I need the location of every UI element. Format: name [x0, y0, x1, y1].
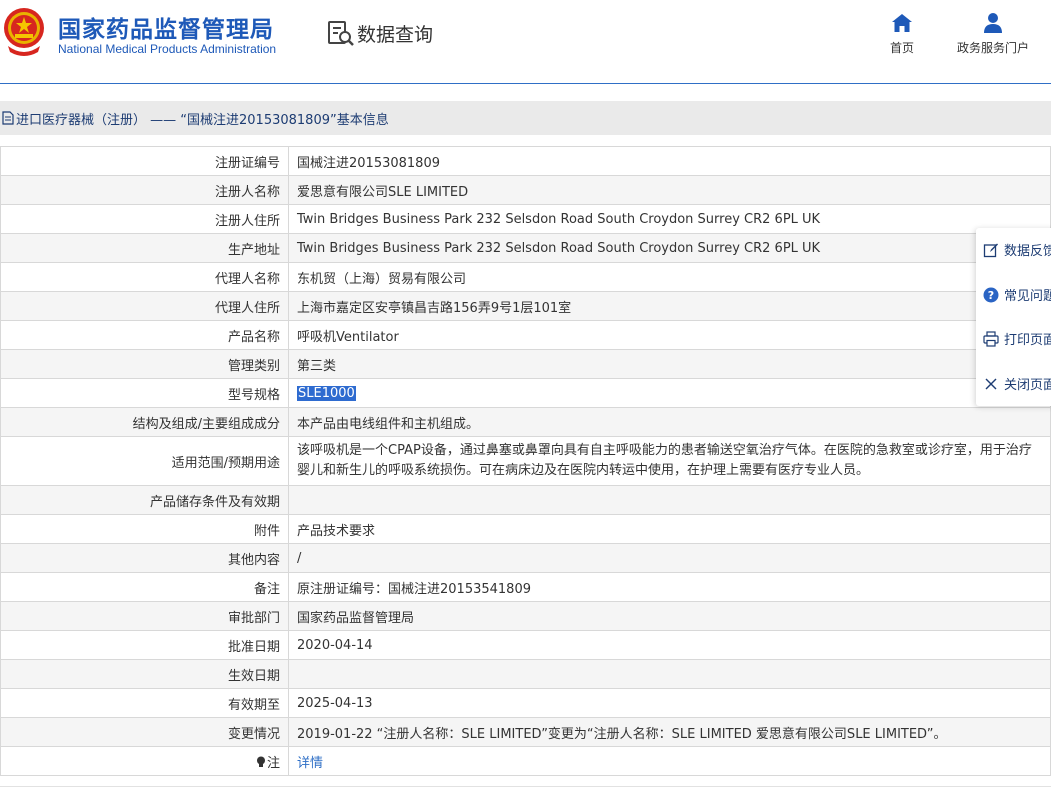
site-logo-title[interactable]: 国家药品监督管理局: [58, 10, 274, 44]
svg-text:?: ?: [988, 289, 994, 302]
field-label: 注册人名称: [0, 175, 289, 205]
question-icon: ?: [983, 287, 999, 302]
table-row: 产品储存条件及有效期: [0, 485, 1051, 515]
field-label: 有效期至: [0, 688, 289, 718]
national-emblem-icon: [4, 8, 44, 56]
field-value: Twin Bridges Business Park 232 Selsdon R…: [288, 233, 1051, 263]
feedback-button[interactable]: 数据反馈: [983, 240, 1051, 259]
table-row: 管理类别 第三类: [0, 349, 1051, 379]
table-row: 注册人住所 Twin Bridges Business Park 232 Sels…: [0, 204, 1051, 234]
field-label: 变更情况: [0, 717, 289, 747]
print-icon: [983, 330, 999, 347]
field-label: 型号规格: [0, 378, 289, 408]
document-search-icon: [328, 21, 354, 46]
nav-service-portal-label: 政务服务门户: [956, 41, 1029, 55]
field-label: 管理类别: [0, 349, 289, 379]
table-row: 注 详情: [0, 746, 1051, 776]
nav-home-label: 首页: [889, 41, 914, 55]
field-value: SLE1000: [288, 378, 1051, 408]
table-row: 型号规格 SLE1000: [0, 378, 1051, 408]
note-label: 注: [266, 755, 280, 771]
field-label: 适用范围/预期用途: [0, 436, 289, 486]
field-value: 2019-01-22 “注册人名称：SLE LIMITED”变更为“注册人名称：…: [288, 717, 1051, 747]
faq-label: 常见问题: [1004, 289, 1051, 304]
table-row: 批准日期 2020-04-14: [0, 630, 1051, 660]
field-value: /: [288, 543, 1051, 573]
details-link[interactable]: 详情: [297, 756, 323, 771]
breadcrumb-text: 进口医疗器械（注册） —— “国械注进20153081809”基本信息: [16, 112, 389, 128]
edit-icon: [983, 243, 998, 257]
table-row: 代理人住所 上海市嘉定区安亭镇昌吉路156弄9号1层101室: [0, 291, 1051, 321]
field-label: 审批部门: [0, 601, 289, 631]
field-label: 注册人住所: [0, 204, 289, 234]
field-value: 2025-04-13: [288, 688, 1051, 718]
faq-button[interactable]: ? 常见问题: [983, 285, 1051, 304]
field-label: 产品储存条件及有效期: [0, 485, 289, 515]
feedback-label: 数据反馈: [1004, 244, 1051, 259]
data-query-label: 数据查询: [357, 23, 434, 46]
table-row: 其他内容 /: [0, 543, 1051, 573]
nav-home[interactable]: 首页: [884, 12, 920, 56]
document-icon: [2, 111, 14, 125]
close-page-button[interactable]: 关闭页面: [983, 374, 1051, 393]
field-value: 呼吸机Ventilator: [288, 320, 1051, 350]
field-label: 注册证编号: [0, 146, 289, 176]
field-value: 上海市嘉定区安亭镇昌吉路156弄9号1层101室: [288, 291, 1051, 321]
table-row: 附件 产品技术要求: [0, 514, 1051, 544]
table-row: 生产地址 Twin Bridges Business Park 232 Selsd…: [0, 233, 1051, 263]
home-icon: [892, 14, 912, 32]
lightbulb-icon: [256, 756, 265, 767]
field-label: 生效日期: [0, 659, 289, 689]
field-label: 附件: [0, 514, 289, 544]
field-value: 国械注进20153081809: [288, 146, 1051, 176]
footer-divider: [0, 786, 1051, 787]
table-row: 变更情况 2019-01-22 “注册人名称：SLE LIMITED”变更为“注册…: [0, 717, 1051, 747]
site-header: 国家药品监督管理局 National Medical Products Admi…: [0, 0, 1051, 84]
field-value: 本产品由电线组件和主机组成。: [288, 407, 1051, 437]
field-value: [288, 659, 1051, 689]
field-label: 批准日期: [0, 630, 289, 660]
field-label: 结构及组成/主要组成成分: [0, 407, 289, 437]
field-label: 其他内容: [0, 543, 289, 573]
selected-text: SLE1000: [297, 385, 356, 401]
user-icon: [984, 13, 1002, 33]
table-row: 生效日期: [0, 659, 1051, 689]
field-value: 2020-04-14: [288, 630, 1051, 660]
field-label: 生产地址: [0, 233, 289, 263]
field-value: 详情: [288, 746, 1051, 776]
field-label: 注: [0, 746, 289, 776]
field-value: 东机贸（上海）贸易有限公司: [288, 262, 1051, 292]
table-row: 注册证编号 国械注进20153081809: [0, 146, 1051, 176]
field-label: 代理人住所: [0, 291, 289, 321]
floating-tools-panel: 数据反馈 ? 常见问题 打印页面 关闭页面: [976, 228, 1051, 406]
table-row: 注册人名称 爱思意有限公司SLE LIMITED: [0, 175, 1051, 205]
table-row: 有效期至 2025-04-13: [0, 688, 1051, 718]
field-value: 国家药品监督管理局: [288, 601, 1051, 631]
field-value: 该呼吸机是一个CPAP设备，通过鼻塞或鼻罩向具有自主呼吸能力的患者输送空氧治疗气…: [288, 436, 1051, 486]
breadcrumb: 进口医疗器械（注册） —— “国械注进20153081809”基本信息: [0, 101, 1051, 135]
close-icon: [985, 378, 997, 389]
table-row: 结构及组成/主要组成成分 本产品由电线组件和主机组成。: [0, 407, 1051, 437]
field-label: 代理人名称: [0, 262, 289, 292]
table-row: 审批部门 国家药品监督管理局: [0, 601, 1051, 631]
field-value: 第三类: [288, 349, 1051, 379]
field-value: [288, 485, 1051, 515]
nav-service-portal[interactable]: 政务服务门户: [949, 12, 1037, 56]
table-row: 代理人名称 东机贸（上海）贸易有限公司: [0, 262, 1051, 292]
field-value: 原注册证编号：国械注进20153541809: [288, 572, 1051, 602]
field-value: Twin Bridges Business Park 232 Selsdon R…: [288, 204, 1051, 234]
field-value: 产品技术要求: [288, 514, 1051, 544]
site-logo-subtitle: National Medical Products Administration: [58, 42, 277, 56]
table-row: 产品名称 呼吸机Ventilator: [0, 320, 1051, 350]
field-value: 爱思意有限公司SLE LIMITED: [288, 175, 1051, 205]
print-label: 打印页面: [1004, 333, 1051, 348]
table-row: 备注 原注册证编号：国械注进20153541809: [0, 572, 1051, 602]
data-query-title: 数据查询: [327, 19, 433, 47]
print-button[interactable]: 打印页面: [983, 329, 1051, 348]
detail-table: 注册证编号 国械注进20153081809 注册人名称 爱思意有限公司SLE LIM…: [0, 146, 1051, 776]
close-page-label: 关闭页面: [1004, 378, 1051, 393]
table-row: 适用范围/预期用途 该呼吸机是一个CPAP设备，通过鼻塞或鼻罩向具有自主呼吸能力的…: [0, 436, 1051, 486]
field-label: 备注: [0, 572, 289, 602]
field-label: 产品名称: [0, 320, 289, 350]
